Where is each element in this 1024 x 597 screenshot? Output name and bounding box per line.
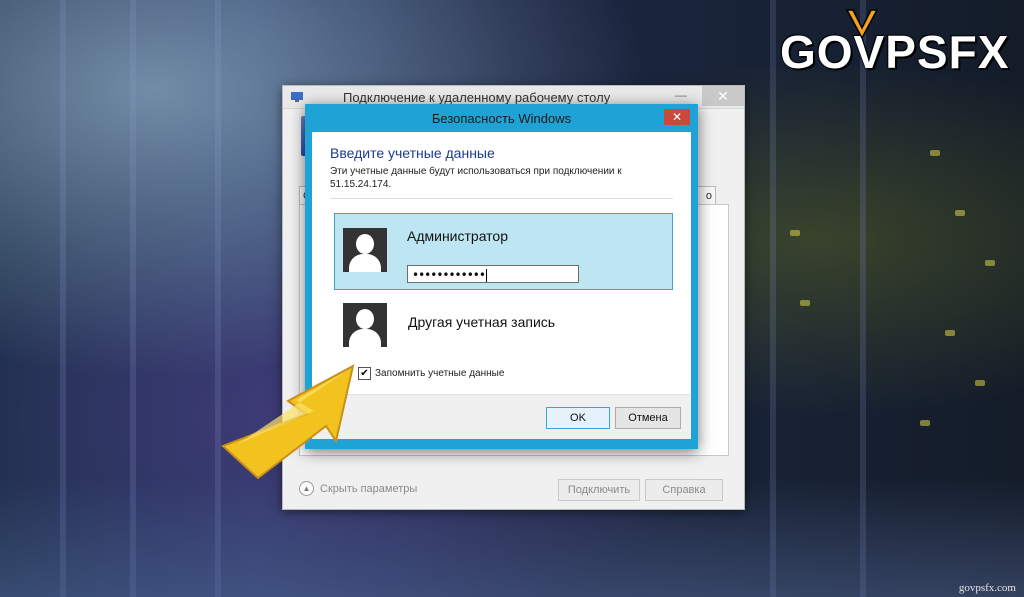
remember-checkbox[interactable]: ✔ (358, 367, 371, 380)
account-name: Администратор (407, 228, 509, 244)
credentials-heading: Введите учетные данные (330, 145, 495, 161)
security-body: Введите учетные данные Эти учетные данны… (312, 132, 691, 439)
cancel-button[interactable]: Отмена (615, 407, 681, 429)
rdp-window-title: Подключение к удаленному рабочему столу (343, 90, 611, 105)
minimize-button[interactable]: — (670, 86, 692, 106)
server-light (920, 420, 930, 426)
password-input[interactable]: •••••••••••• (407, 265, 579, 283)
server-light (945, 330, 955, 336)
credentials-description: Эти учетные данные будут использоваться … (330, 166, 622, 190)
windows-security-dialog: Безопасность Windows ✕ Введите учетные д… (305, 104, 698, 449)
security-titlebar: Безопасность Windows ✕ (305, 104, 698, 132)
rdp-close-button[interactable]: ✕ (702, 86, 744, 106)
server-light (800, 300, 810, 306)
footer-url: govpsfx.com (958, 582, 1016, 594)
server-light (985, 260, 995, 266)
server-light (975, 380, 985, 386)
account-tile-administrator[interactable]: Администратор •••••••••••• (334, 213, 673, 290)
divider (330, 198, 673, 199)
help-button[interactable]: Справка (645, 479, 723, 501)
server-light (790, 230, 800, 236)
remember-label: Запомнить учетные данные (375, 368, 505, 379)
security-footer: OK Отмена (312, 394, 691, 439)
user-avatar-icon (343, 228, 387, 272)
server-light (955, 210, 965, 216)
remember-credentials[interactable]: ✔ Запомнить учетные данные (358, 367, 504, 380)
account-tile-other[interactable]: Другая учетная запись (334, 295, 671, 355)
brand-logo: GOVPSFX (780, 22, 1015, 82)
pointer-arrow-icon (221, 364, 355, 480)
logo-v-mark-icon (845, 9, 879, 40)
remote-desktop-icon (291, 92, 303, 102)
user-avatar-icon (343, 303, 387, 347)
account-name: Другая учетная запись (408, 314, 556, 330)
server-light (930, 150, 940, 156)
security-dialog-title: Безопасность Windows (431, 111, 572, 126)
password-mask: •••••••••••• (412, 268, 486, 282)
security-close-button[interactable]: ✕ (664, 109, 690, 125)
text-caret (485, 269, 487, 282)
logo-text: GOVPSFX (780, 26, 1010, 78)
connect-button[interactable]: Подключить (558, 479, 640, 501)
ok-button[interactable]: OK (546, 407, 610, 429)
